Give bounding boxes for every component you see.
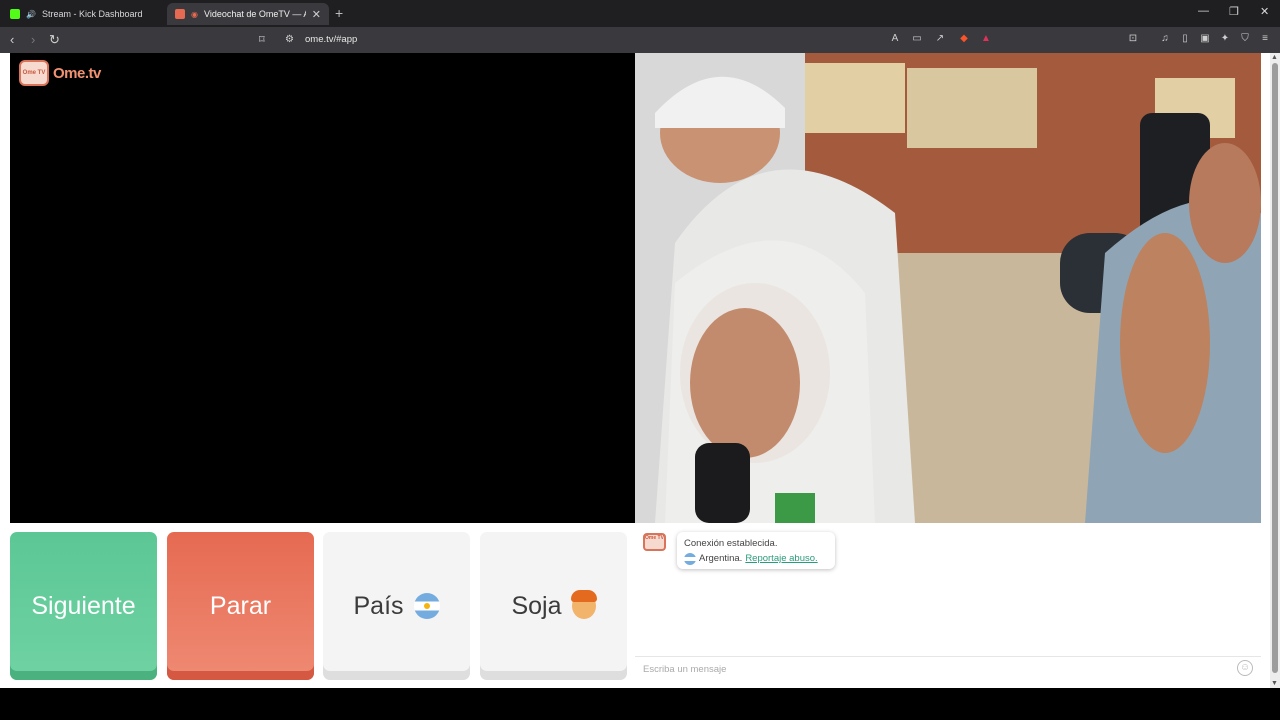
scroll-down-icon[interactable]: ▼ xyxy=(1271,680,1278,687)
tab-title: Stream - Kick Dashboard xyxy=(41,9,143,19)
media-icon[interactable]: ♫ xyxy=(1159,33,1171,45)
site-info-icon[interactable]: ⚙ xyxy=(285,32,294,48)
ometv-logo: Ome TV Ome.tv xyxy=(19,60,101,86)
connection-status: Conexión establecida. xyxy=(684,538,778,549)
close-tab-icon[interactable]: ✕ xyxy=(312,8,321,21)
stop-button[interactable]: Parar xyxy=(167,532,314,680)
tab-title: Videochat de OmeTV — Alte xyxy=(203,9,306,19)
leo-icon[interactable]: ✦ xyxy=(1219,33,1231,45)
vpn-icon[interactable]: ⛉ xyxy=(1239,33,1251,45)
message-input-bar xyxy=(635,656,1261,681)
country-label: País xyxy=(353,591,404,620)
scrollbar-thumb[interactable] xyxy=(1272,63,1278,673)
logo-text: Ome.tv xyxy=(53,64,101,82)
address-bar-row: ‹ › ↻ ⌑ ⚙ ome.tv/#app A ▭ ↗ ◆ ▲ ⊡ ♫ ▯ ▣ … xyxy=(0,27,1280,53)
minimize-icon[interactable]: — xyxy=(1198,5,1209,17)
cast-icon[interactable]: ▭ xyxy=(911,33,923,45)
url-field[interactable]: ome.tv/#app xyxy=(305,34,357,45)
recording-icon: ◉ xyxy=(191,9,198,19)
report-abuse-link[interactable]: Reportaje abuso. xyxy=(745,551,817,566)
wallet-icon[interactable]: ▣ xyxy=(1199,33,1211,45)
bookmark-icon[interactable]: ⌑ xyxy=(259,32,265,48)
new-tab-icon[interactable]: + xyxy=(335,5,343,21)
partner-country: Argentina. xyxy=(699,553,743,564)
tab-ometv[interactable]: ◉ Videochat de OmeTV — Alte ✕ xyxy=(167,3,329,25)
reload-icon[interactable]: ↻ xyxy=(49,32,60,48)
message-input[interactable] xyxy=(643,662,1223,677)
sidebar-icon[interactable]: ▯ xyxy=(1179,33,1191,45)
country-filter-button[interactable]: País xyxy=(323,532,470,680)
speaker-icon: 🔊 xyxy=(26,9,36,19)
scroll-up-icon[interactable]: ▲ xyxy=(1271,54,1278,61)
forward-icon[interactable]: › xyxy=(31,32,35,48)
menu-icon[interactable]: ≡ xyxy=(1259,33,1271,45)
share-icon[interactable]: ↗ xyxy=(934,33,946,45)
emoji-icon[interactable]: ☺ xyxy=(1237,660,1253,676)
close-window-icon[interactable]: ✕ xyxy=(1260,5,1269,18)
ometv-avatar-icon: Ome TV xyxy=(643,533,666,551)
kick-favicon-icon xyxy=(10,9,20,19)
gender-filter-button[interactable]: Soja xyxy=(480,532,627,680)
next-label: Siguiente xyxy=(31,591,136,620)
next-button[interactable]: Siguiente xyxy=(10,532,157,680)
ometv-favicon-icon xyxy=(175,9,185,19)
remote-video-frame xyxy=(635,53,1261,523)
local-video xyxy=(10,53,635,523)
argentina-flag-icon xyxy=(413,593,440,619)
tab-bar: 🔊 Stream - Kick Dashboard ◉ Videochat de… xyxy=(0,0,1280,27)
argentina-flag-icon xyxy=(684,552,696,565)
restore-icon[interactable]: ❐ xyxy=(1229,5,1239,18)
screenshot-icon[interactable]: ⊡ xyxy=(1127,33,1139,45)
rewards-icon[interactable]: ▲ xyxy=(980,33,992,45)
brave-shield-icon[interactable]: ◆ xyxy=(958,33,970,45)
boy-face-icon xyxy=(570,590,597,619)
stop-label: Parar xyxy=(209,591,272,620)
chat-message: Conexión establecida. Argentina. Reporta… xyxy=(677,532,835,569)
gender-label: Soja xyxy=(511,591,562,620)
translate-icon[interactable]: A xyxy=(889,33,901,45)
logo-tv-icon: Ome TV xyxy=(19,60,49,86)
page-scrollbar[interactable]: ▲ ▼ xyxy=(1270,53,1280,688)
tab-kick-dashboard[interactable]: 🔊 Stream - Kick Dashboard xyxy=(2,3,162,25)
back-icon[interactable]: ‹ xyxy=(10,32,14,48)
remote-video xyxy=(635,53,1261,523)
